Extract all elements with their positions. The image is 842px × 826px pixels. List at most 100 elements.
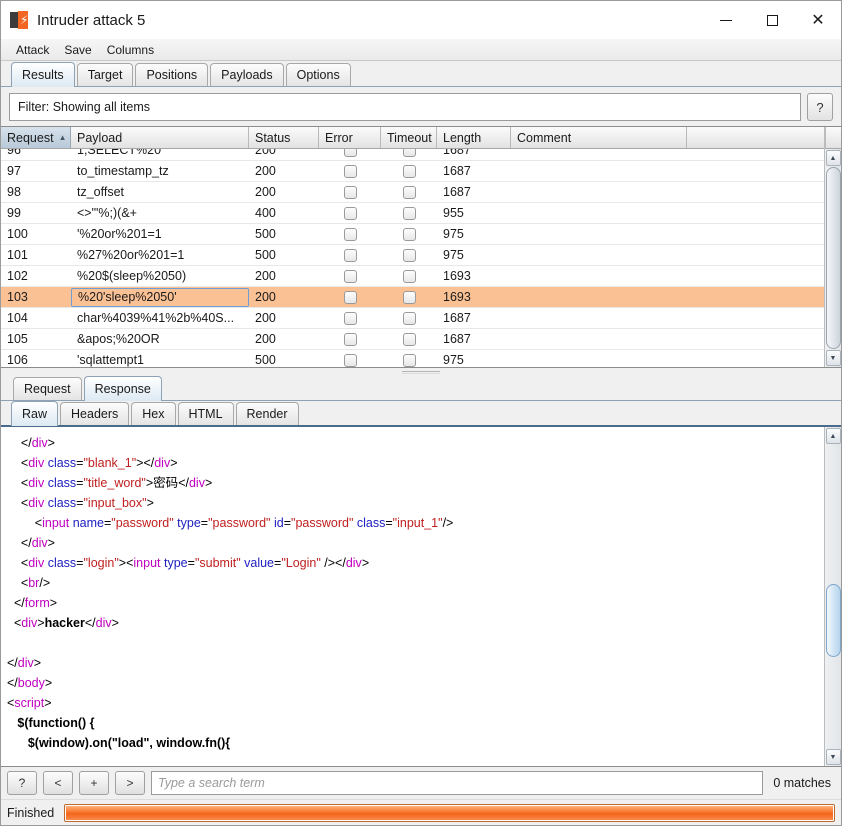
timeout-checkbox-box[interactable] <box>402 248 416 262</box>
table-row[interactable]: 102 %20$(sleep%2050) 200 1693 <box>1 266 824 287</box>
tab-positions[interactable]: Positions <box>135 63 209 86</box>
column-header-length[interactable]: Length <box>437 127 511 148</box>
error-checkbox-box[interactable] <box>343 185 357 199</box>
error-checkbox[interactable] <box>319 245 381 265</box>
search-input[interactable]: Type a search term <box>151 771 764 795</box>
payload-cell[interactable]: 1,SELECT%20 <box>71 149 249 160</box>
payload-cell[interactable]: %27%20or%201=1 <box>71 245 249 265</box>
error-checkbox-box[interactable] <box>343 149 357 157</box>
table-row[interactable]: 98 tz_offset 200 1687 <box>1 182 824 203</box>
response-scroll-track[interactable] <box>825 445 841 748</box>
request-cell[interactable]: 96 <box>1 149 71 160</box>
tab-payloads[interactable]: Payloads <box>210 63 284 86</box>
error-checkbox-box[interactable] <box>343 269 357 283</box>
timeout-checkbox[interactable] <box>381 203 437 223</box>
timeout-checkbox[interactable] <box>381 224 437 244</box>
comment-cell[interactable] <box>511 245 687 265</box>
request-cell[interactable]: 99 <box>1 203 71 223</box>
results-scroll-track[interactable] <box>825 167 841 349</box>
comment-cell[interactable] <box>511 203 687 223</box>
table-row[interactable]: 101 %27%20or%201=1 500 975 <box>1 245 824 266</box>
request-cell[interactable]: 100 <box>1 224 71 244</box>
error-checkbox-box[interactable] <box>343 206 357 220</box>
error-checkbox-box[interactable] <box>343 248 357 262</box>
status-cell[interactable]: 200 <box>249 308 319 328</box>
column-header-timeout[interactable]: Timeout <box>381 127 437 148</box>
request-cell[interactable]: 105 <box>1 329 71 349</box>
tab-html[interactable]: HTML <box>177 402 234 425</box>
comment-cell[interactable] <box>511 266 687 286</box>
status-cell[interactable]: 200 <box>249 149 319 160</box>
status-cell[interactable]: 200 <box>249 287 319 307</box>
tab-response[interactable]: Response <box>83 376 162 401</box>
menu-item-columns[interactable]: Columns <box>100 41 161 59</box>
filter-help-button[interactable]: ? <box>807 93 833 121</box>
error-checkbox[interactable] <box>319 224 381 244</box>
payload-cell[interactable]: %20'sleep%2050' <box>71 287 249 307</box>
timeout-checkbox[interactable] <box>381 308 437 328</box>
error-checkbox[interactable] <box>319 266 381 286</box>
column-header-payload[interactable]: Payload <box>71 127 249 148</box>
error-checkbox[interactable] <box>319 149 381 160</box>
response-body-text[interactable]: </div> <div class="blank_1"></div> <div … <box>1 427 824 766</box>
comment-cell[interactable] <box>511 161 687 181</box>
request-cell[interactable]: 98 <box>1 182 71 202</box>
error-checkbox-box[interactable] <box>343 164 357 178</box>
length-cell[interactable]: 1687 <box>437 329 511 349</box>
filter-bar[interactable]: Filter: Showing all items <box>9 93 801 121</box>
length-cell[interactable]: 1687 <box>437 182 511 202</box>
timeout-checkbox-box[interactable] <box>402 164 416 178</box>
error-checkbox[interactable] <box>319 203 381 223</box>
payload-cell[interactable]: <>"'%;)(&+ <box>71 203 249 223</box>
tab-headers[interactable]: Headers <box>60 402 130 425</box>
comment-cell[interactable] <box>511 224 687 244</box>
response-scroll-up-button[interactable]: ▲ <box>825 428 841 444</box>
timeout-checkbox-box[interactable] <box>402 149 416 157</box>
request-cell[interactable]: 103 <box>1 287 71 307</box>
timeout-checkbox[interactable] <box>381 350 437 367</box>
tab-render[interactable]: Render <box>235 402 299 425</box>
timeout-checkbox-box[interactable] <box>402 353 416 367</box>
payload-cell[interactable]: to_timestamp_tz <box>71 161 249 181</box>
table-row[interactable]: 104 char%4039%41%2b%40S... 200 1687 <box>1 308 824 329</box>
timeout-checkbox-box[interactable] <box>402 290 416 304</box>
timeout-checkbox-box[interactable] <box>402 311 416 325</box>
payload-cell[interactable]: &apos;%20OR <box>71 329 249 349</box>
request-cell[interactable]: 97 <box>1 161 71 181</box>
results-scroll-down-button[interactable]: ▼ <box>825 350 841 366</box>
search-add-button[interactable]: + <box>79 771 109 795</box>
tab-target[interactable]: Target <box>76 63 134 86</box>
response-scroll-thumb[interactable] <box>825 584 841 658</box>
request-cell[interactable]: 104 <box>1 308 71 328</box>
menu-item-attack[interactable]: Attack <box>9 41 56 59</box>
timeout-checkbox-box[interactable] <box>402 332 416 346</box>
length-cell[interactable]: 1687 <box>437 308 511 328</box>
menu-item-save[interactable]: Save <box>57 41 98 59</box>
timeout-checkbox[interactable] <box>381 149 437 160</box>
comment-cell[interactable] <box>511 308 687 328</box>
payload-cell[interactable]: '%20or%201=1 <box>71 224 249 244</box>
comment-cell[interactable] <box>511 287 687 307</box>
comment-cell[interactable] <box>511 182 687 202</box>
table-row[interactable]: 103 %20'sleep%2050' 200 1693 <box>1 287 824 308</box>
error-checkbox-box[interactable] <box>343 332 357 346</box>
response-vertical-scrollbar[interactable]: ▲ ▼ <box>824 427 841 766</box>
tab-options[interactable]: Options <box>285 63 351 86</box>
timeout-checkbox-box[interactable] <box>402 227 416 241</box>
timeout-checkbox-box[interactable] <box>402 269 416 283</box>
timeout-checkbox[interactable] <box>381 161 437 181</box>
results-vertical-scrollbar[interactable]: ▲ ▼ <box>824 127 841 367</box>
request-cell[interactable]: 102 <box>1 266 71 286</box>
timeout-checkbox[interactable] <box>381 266 437 286</box>
timeout-checkbox[interactable] <box>381 245 437 265</box>
request-cell[interactable]: 101 <box>1 245 71 265</box>
table-row[interactable]: 97 to_timestamp_tz 200 1687 <box>1 161 824 182</box>
column-header-error[interactable]: Error <box>319 127 381 148</box>
pane-splitter[interactable] <box>1 368 841 376</box>
status-cell[interactable]: 400 <box>249 203 319 223</box>
error-checkbox[interactable] <box>319 350 381 367</box>
length-cell[interactable]: 1693 <box>437 266 511 286</box>
column-header-request[interactable]: Request ▲ <box>1 127 71 148</box>
minimize-button[interactable] <box>703 1 749 39</box>
column-header-comment[interactable]: Comment <box>511 127 687 148</box>
